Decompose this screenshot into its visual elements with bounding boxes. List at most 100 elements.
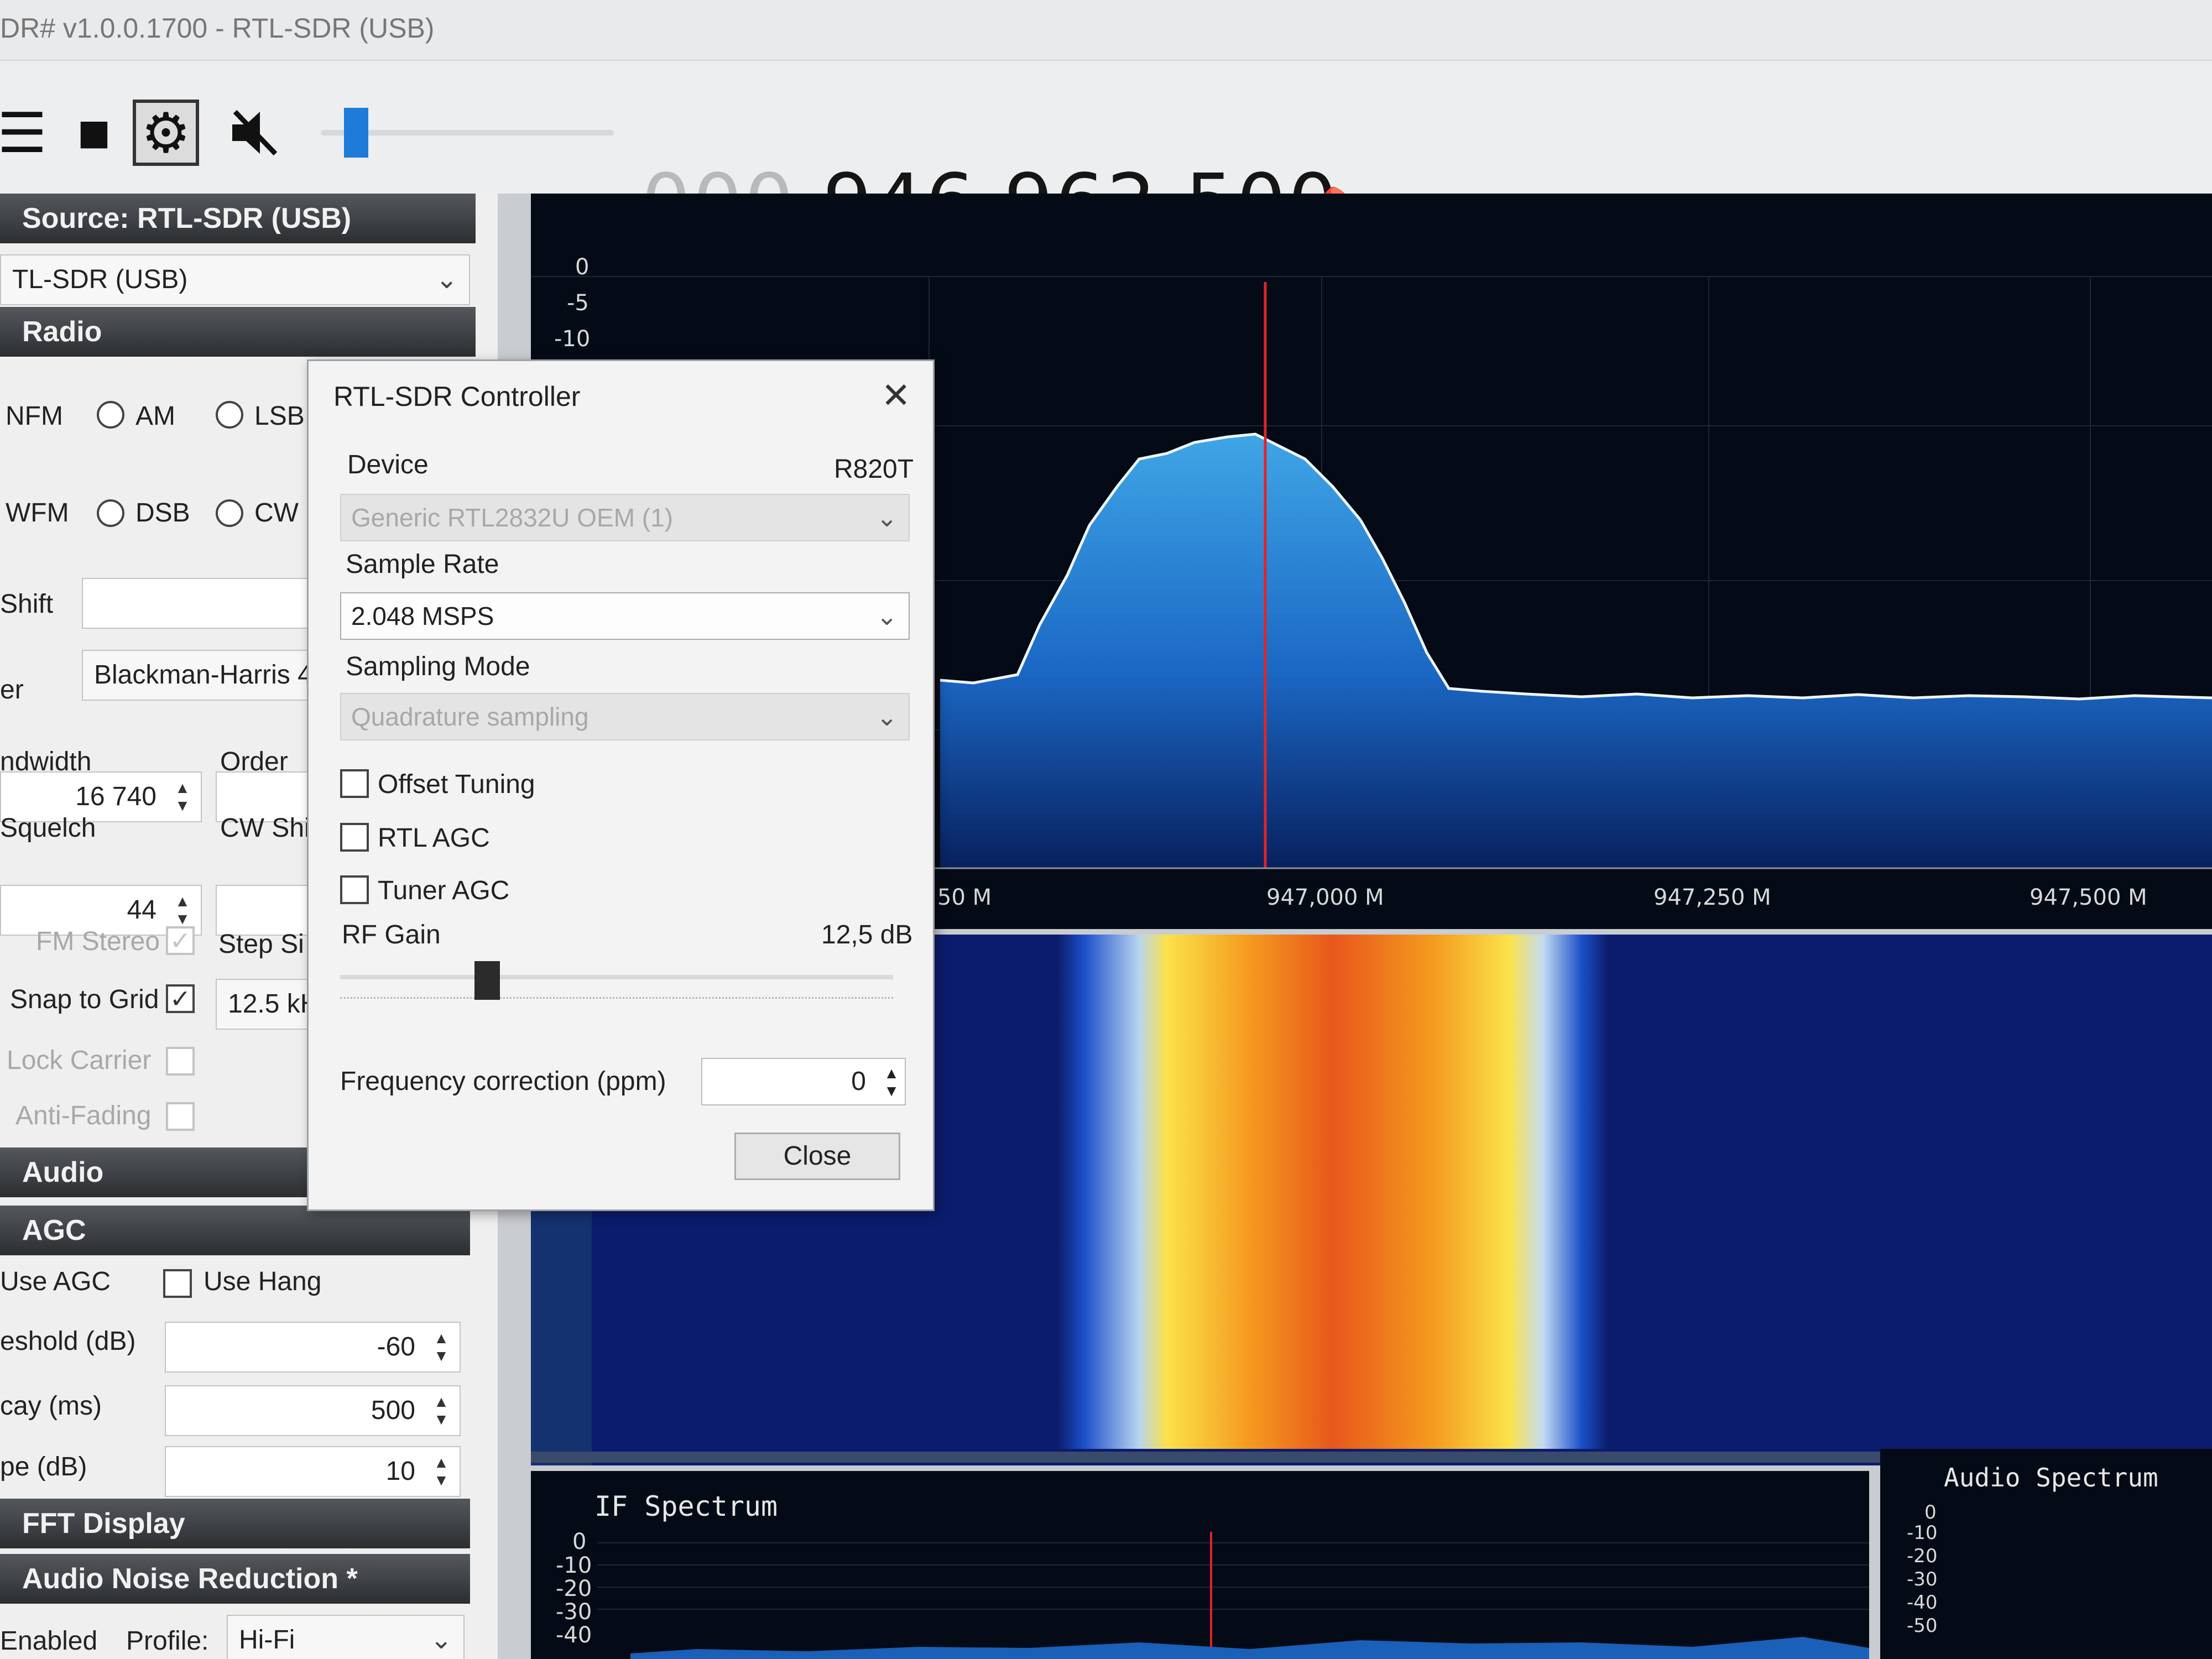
- stop-icon[interactable]: ■: [61, 100, 127, 166]
- mode-nfm-label[interactable]: NFM: [6, 401, 63, 431]
- sampling-mode-select[interactable]: Quadrature sampling ⌄: [340, 693, 910, 740]
- slope-spinner-icon[interactable]: ▲ ▼: [427, 1454, 455, 1489]
- source-select[interactable]: TL-SDR (USB) ⌄: [0, 254, 470, 305]
- if-spectrum-db-tick: -30: [556, 1599, 592, 1625]
- source-header[interactable]: Source: RTL-SDR (USB): [0, 194, 476, 243]
- anti-fading-label: Anti-Fading: [15, 1101, 152, 1130]
- snap-to-grid-checkbox[interactable]: ✓: [166, 984, 195, 1013]
- audio-spectrum-db-tick: -10: [1907, 1522, 1938, 1544]
- slope-label: pe (dB): [0, 1452, 87, 1481]
- audio-spectrum-db-tick: -20: [1907, 1545, 1938, 1567]
- tuner-agc-label: Tuner AGC: [378, 876, 510, 905]
- volume-slider-thumb[interactable]: [344, 108, 368, 158]
- device-select-value: Generic RTL2832U OEM (1): [351, 503, 674, 532]
- lock-carrier-label: Lock Carrier: [7, 1046, 152, 1075]
- fm-stereo-label: FM Stereo: [36, 927, 160, 956]
- dialog-title: RTL-SDR Controller: [333, 381, 581, 412]
- device-label: Device: [347, 450, 429, 479]
- profile-select[interactable]: Hi-Fi ⌄: [227, 1615, 465, 1659]
- use-hang-label: Use Hang: [204, 1267, 322, 1296]
- sampling-mode-value: Quadrature sampling: [351, 702, 589, 731]
- if-spectrum-db-tick: -40: [556, 1623, 592, 1648]
- speaker-muted-icon[interactable]: [221, 100, 288, 166]
- shift-input[interactable]: [82, 578, 314, 629]
- decay-spinner-icon[interactable]: ▲ ▼: [427, 1393, 455, 1428]
- lock-carrier-checkbox[interactable]: [166, 1047, 195, 1076]
- decay-input[interactable]: 500 ▲ ▼: [165, 1385, 461, 1436]
- audio-noise-reduction-header[interactable]: Audio Noise Reduction *: [0, 1554, 470, 1604]
- sample-rate-label: Sample Rate: [346, 550, 499, 579]
- rtl-sdr-controller-dialog: RTL-SDR Controller ✕ Device R820T Generi…: [307, 359, 935, 1211]
- mode-cw-radio[interactable]: [216, 499, 243, 527]
- mode-dsb-radio[interactable]: [97, 499, 124, 527]
- if-spectrum-panel[interactable]: IF Spectrum 0 -10 -20 -30 -40: [531, 1471, 1869, 1659]
- rf-gain-slider-thumb[interactable]: [474, 961, 500, 1000]
- audio-spectrum-db-tick: -40: [1907, 1592, 1938, 1614]
- device-tuner-label: R820T: [834, 455, 914, 484]
- radio-header[interactable]: Radio: [0, 307, 476, 357]
- rf-gain-label: RF Gain: [342, 920, 441, 950]
- chevron-down-icon: ⌄: [430, 1625, 452, 1655]
- cw-shift-label: CW Shi: [220, 813, 310, 843]
- cw-shift-input[interactable]: [216, 885, 314, 936]
- anr-enabled-label: Enabled: [0, 1626, 98, 1656]
- source-select-value: TL-SDR (USB): [12, 265, 188, 294]
- decay-label: cay (ms): [0, 1391, 102, 1421]
- spectrum-freq-tick: 947,250 M: [1653, 885, 1771, 910]
- fft-display-header[interactable]: FFT Display: [0, 1499, 470, 1548]
- toolbar: ☰ ■ ⚙ 000.946.962.500 📌: [0, 61, 2212, 248]
- rtl-agc-label: RTL AGC: [378, 823, 490, 853]
- filter-select[interactable]: Blackman-Harris 4: [82, 650, 314, 701]
- rf-gain-slider[interactable]: [340, 975, 893, 979]
- fm-stereo-checkbox[interactable]: ✓: [166, 926, 195, 955]
- bandwidth-spinner-icon[interactable]: ▲ ▼: [169, 779, 196, 815]
- frequency-correction-spinner-icon[interactable]: ▲ ▼: [884, 1065, 899, 1100]
- mode-dsb-label[interactable]: DSB: [135, 498, 190, 528]
- step-size-value: 12.5 kH: [228, 989, 314, 1019]
- agc-header[interactable]: AGC: [0, 1206, 470, 1255]
- shift-label: Shift: [0, 589, 54, 619]
- step-size-select[interactable]: 12.5 kH: [216, 979, 314, 1030]
- rtl-agc-checkbox[interactable]: [340, 823, 369, 852]
- filter-select-value: Blackman-Harris 4: [94, 660, 312, 690]
- hamburger-icon[interactable]: ☰: [0, 100, 55, 166]
- mode-am-label[interactable]: AM: [135, 401, 175, 431]
- close-x-icon[interactable]: ✕: [881, 375, 911, 416]
- use-hang-checkbox[interactable]: [163, 1269, 192, 1298]
- rf-gain-ticks: [340, 997, 893, 1008]
- squelch-spinner-icon[interactable]: ▲ ▼: [169, 893, 196, 928]
- if-spectrum-db-tick: 0: [572, 1529, 587, 1554]
- slope-input[interactable]: 10 ▲ ▼: [165, 1446, 461, 1497]
- filter-label: er: [0, 675, 24, 705]
- mode-cw-label[interactable]: CW: [254, 498, 299, 528]
- sample-rate-value: 2.048 MSPS: [351, 602, 494, 630]
- bandwidth-value: 16 740: [75, 782, 156, 811]
- audio-spectrum-db-tick: -50: [1907, 1615, 1938, 1637]
- mode-lsb-radio[interactable]: [216, 401, 243, 429]
- device-select[interactable]: Generic RTL2832U OEM (1) ⌄: [340, 494, 910, 541]
- rf-gain-value: 12,5 dB: [821, 920, 913, 950]
- mode-wfm-label[interactable]: WFM: [6, 498, 69, 528]
- gear-icon[interactable]: ⚙: [133, 100, 199, 166]
- profile-label: Profile:: [126, 1626, 209, 1656]
- frequency-correction-input[interactable]: 0 ▲ ▼: [701, 1058, 906, 1105]
- spectrum-freq-tick: 947,500 M: [2030, 885, 2147, 910]
- audio-spectrum-panel[interactable]: Audio Spectrum 0 -10 -20 -30 -40 -50: [1880, 1449, 2212, 1659]
- sample-rate-select[interactable]: 2.048 MSPS ⌄: [340, 592, 910, 640]
- close-button[interactable]: Close: [734, 1133, 900, 1180]
- mode-lsb-label[interactable]: LSB: [254, 401, 305, 431]
- squelch-label: Squelch: [0, 813, 96, 843]
- offset-tuning-checkbox[interactable]: [340, 769, 369, 798]
- threshold-input[interactable]: -60 ▲ ▼: [165, 1322, 461, 1373]
- audio-spectrum-title: Audio Spectrum: [1944, 1463, 2158, 1493]
- anti-fading-checkbox[interactable]: [166, 1102, 195, 1131]
- threshold-spinner-icon[interactable]: ▲ ▼: [427, 1329, 455, 1365]
- mode-am-radio[interactable]: [97, 401, 124, 429]
- tuner-agc-checkbox[interactable]: [340, 875, 369, 904]
- audio-spectrum-db-tick: 0: [1924, 1501, 1937, 1524]
- if-spectrum-plot: [597, 1532, 1869, 1659]
- spectrum-db-tick: -10: [554, 326, 591, 352]
- step-size-label: Step Si: [218, 930, 304, 959]
- spectrum-db-tick: -5: [567, 290, 589, 316]
- profile-select-value: Hi-Fi: [239, 1625, 295, 1655]
